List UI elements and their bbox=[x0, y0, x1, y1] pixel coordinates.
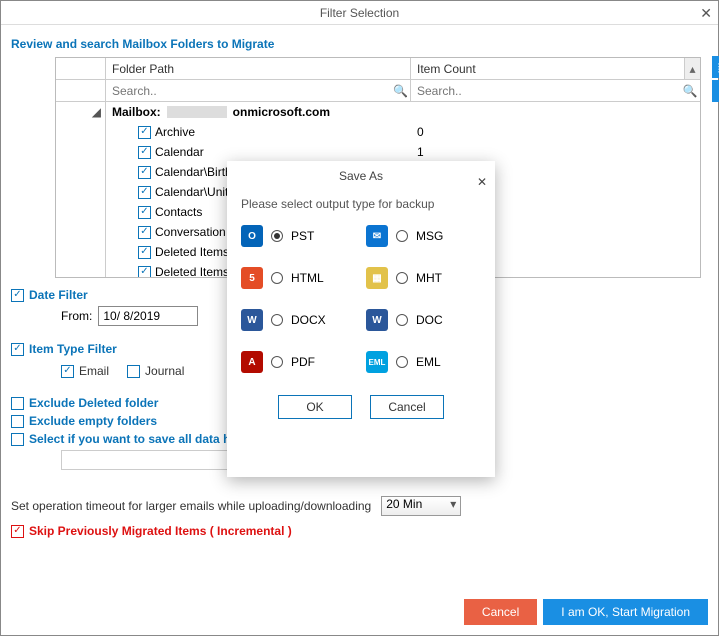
radio-icon[interactable] bbox=[271, 314, 283, 326]
ok-button[interactable]: OK bbox=[278, 395, 352, 419]
pdf-icon: A bbox=[241, 351, 263, 373]
radio-icon[interactable] bbox=[396, 272, 408, 284]
mht-icon: ▦ bbox=[366, 267, 388, 289]
dialog-message: Please select output type for backup bbox=[241, 197, 481, 211]
html5-icon: 5 bbox=[241, 267, 263, 289]
radio-icon[interactable] bbox=[396, 314, 408, 326]
option-doc[interactable]: WDOC bbox=[366, 309, 481, 331]
close-icon[interactable]: ✕ bbox=[477, 167, 487, 197]
option-pst[interactable]: OPST bbox=[241, 225, 356, 247]
word-icon: W bbox=[241, 309, 263, 331]
option-msg[interactable]: ✉MSG bbox=[366, 225, 481, 247]
eml-icon: EML bbox=[366, 351, 388, 373]
outlook-icon: O bbox=[241, 225, 263, 247]
cancel-button[interactable]: Cancel bbox=[370, 395, 444, 419]
save-as-dialog: Save As ✕ Please select output type for b… bbox=[227, 161, 495, 477]
option-html[interactable]: 5HTML bbox=[241, 267, 356, 289]
radio-icon[interactable] bbox=[396, 356, 408, 368]
option-pdf[interactable]: APDF bbox=[241, 351, 356, 373]
option-docx[interactable]: WDOCX bbox=[241, 309, 356, 331]
mail-icon: ✉ bbox=[366, 225, 388, 247]
radio-icon[interactable] bbox=[396, 230, 408, 242]
radio-icon[interactable] bbox=[271, 230, 283, 242]
word-icon: W bbox=[366, 309, 388, 331]
option-eml[interactable]: EMLEML bbox=[366, 351, 481, 373]
radio-icon[interactable] bbox=[271, 272, 283, 284]
option-mht[interactable]: ▦MHT bbox=[366, 267, 481, 289]
dialog-title: Save As bbox=[339, 169, 383, 183]
radio-icon[interactable] bbox=[271, 356, 283, 368]
